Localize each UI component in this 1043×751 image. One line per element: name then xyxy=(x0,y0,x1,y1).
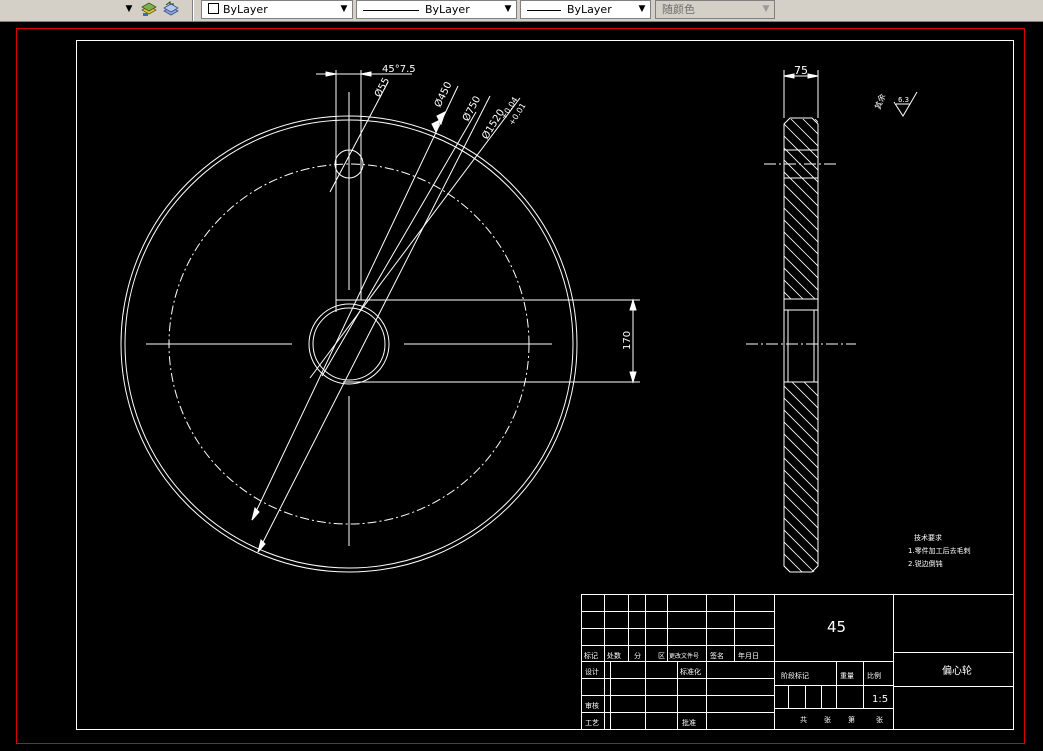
roughness-text: 其余 xyxy=(872,92,887,110)
tb-scale-label: 比例 xyxy=(867,671,881,680)
tb-weight: 重量 xyxy=(840,672,854,680)
layer-states-icon[interactable] xyxy=(140,1,158,18)
tb-sheets-unit-2: 张 xyxy=(876,715,883,724)
tb-process: 工艺 xyxy=(585,719,599,727)
side-view xyxy=(746,70,856,573)
sheet-border xyxy=(16,28,1025,744)
lineweight-preview xyxy=(527,9,561,11)
lineweight-combo-value: ByLayer xyxy=(567,3,612,16)
tb-standard: 标准化 xyxy=(680,667,701,676)
drawing-canvas[interactable]: 45°7.5 Ø55 Ø450 Ø750 Ø1520 +0.04 +0.01 1… xyxy=(0,22,1043,750)
front-view xyxy=(120,70,640,573)
chevron-down-icon[interactable]: ▼ xyxy=(760,1,772,18)
dim-taper-text: 45°7.5 xyxy=(382,64,416,75)
tb-material: 45 xyxy=(827,618,846,636)
linetype-combo-value: ByLayer xyxy=(425,3,470,16)
tb-scale-value: 1:5 xyxy=(872,694,888,705)
layer-previous-icon[interactable] xyxy=(162,1,180,18)
roughness-value: 6.3 xyxy=(898,96,909,104)
dim-170-text: 170 xyxy=(622,331,633,350)
dim-d750-text: Ø750 xyxy=(460,94,483,123)
tb-col-zone: 区 xyxy=(658,652,665,660)
dim-75-text: 75 xyxy=(794,64,808,77)
toolbar-separator xyxy=(192,0,194,21)
linetype-control-combo[interactable]: ByLayer ▼ xyxy=(356,0,517,19)
plotstyle-control-combo[interactable]: 随颜色 ▼ xyxy=(655,0,775,19)
color-swatch xyxy=(208,3,219,14)
color-control-combo[interactable]: ByLayer ▼ xyxy=(201,0,353,19)
tb-stage-mark: 阶段标记 xyxy=(781,671,809,680)
tb-col-div: 分 xyxy=(634,651,641,660)
tb-col-mark: 标记 xyxy=(584,651,598,660)
notes-title: 技术要求 xyxy=(914,533,942,542)
tb-col-count: 处数 xyxy=(607,651,621,660)
notes-line-1: 1.零件加工后去毛刺 xyxy=(908,546,971,555)
color-combo-value: ByLayer xyxy=(223,3,268,16)
linetype-preview xyxy=(363,9,419,11)
chevron-down-icon[interactable]: ▼ xyxy=(502,1,514,18)
tb-review: 审核 xyxy=(585,701,599,710)
tb-col-changedoc: 更改文件号 xyxy=(669,652,699,660)
tb-sheet-number: 第 xyxy=(848,715,855,724)
drawing-frame xyxy=(76,40,1014,730)
tb-col-date: 年月日 xyxy=(738,651,759,660)
dim-d450-text: Ø450 xyxy=(432,80,455,109)
tb-approve: 批准 xyxy=(682,718,696,727)
tb-sheets-total: 共 xyxy=(800,715,807,724)
lineweight-control-combo[interactable]: ByLayer ▼ xyxy=(520,0,651,19)
layer-dropdown-arrow[interactable]: ▼ xyxy=(122,0,136,18)
tb-sheets-unit-1: 张 xyxy=(824,715,831,724)
chevron-down-icon[interactable]: ▼ xyxy=(636,1,648,18)
notes-line-2: 2.锐边倒钝 xyxy=(908,559,943,568)
plotstyle-combo-value: 随颜色 xyxy=(662,3,695,16)
tb-col-sign: 签名 xyxy=(710,651,724,660)
tb-part-name: 偏心轮 xyxy=(942,664,972,677)
properties-toolbar: ▼ ByLayer ▼ ByLayer ▼ ByLayer ▼ 随颜色 ▼ xyxy=(0,0,1043,22)
chevron-down-icon[interactable]: ▼ xyxy=(338,1,350,18)
dim-d55-text: Ø55 xyxy=(372,76,392,100)
title-block xyxy=(581,594,1014,730)
tb-design: 设计 xyxy=(585,667,599,676)
